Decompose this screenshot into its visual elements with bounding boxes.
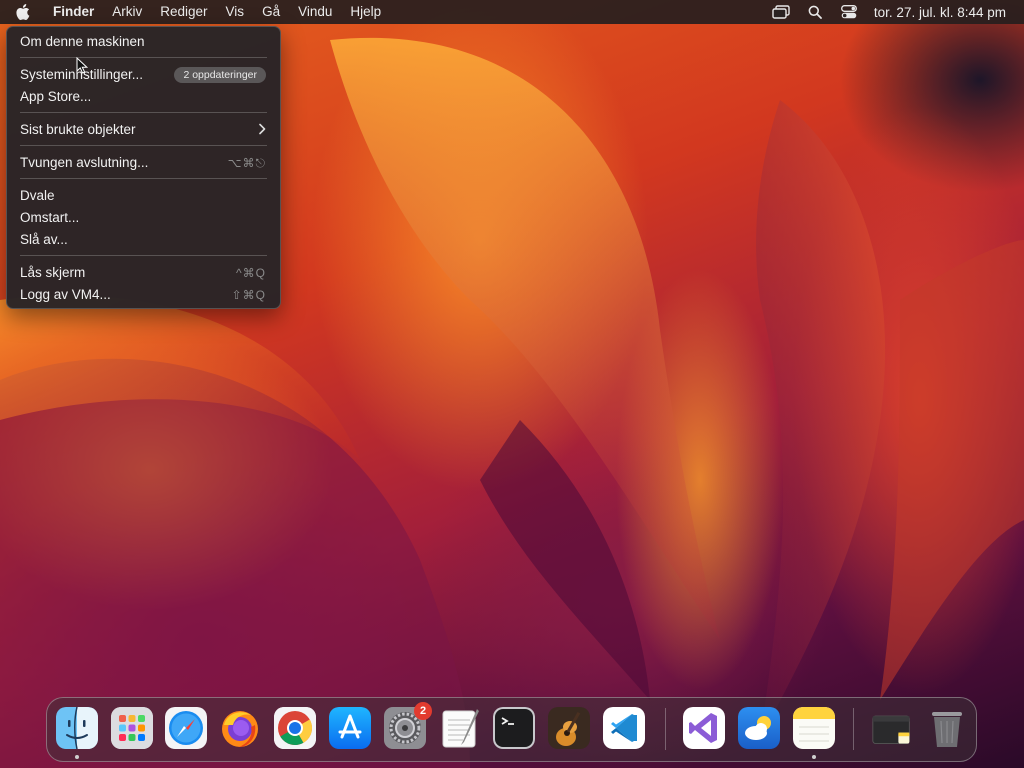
dock: 2 — [46, 697, 977, 762]
textedit-icon[interactable] — [439, 707, 481, 749]
finder-icon[interactable] — [56, 707, 98, 749]
menu-separator — [20, 178, 267, 179]
control-center-icon[interactable] — [832, 0, 866, 24]
menu-separator — [20, 255, 267, 256]
menu-item-label: Sist brukte objekter — [20, 122, 136, 137]
menu-ga[interactable]: Gå — [253, 0, 289, 24]
menu-vindu[interactable]: Vindu — [289, 0, 341, 24]
menu-vis[interactable]: Vis — [217, 0, 254, 24]
menu-item-label: Lås skjerm — [20, 265, 86, 280]
firefox-icon[interactable] — [219, 707, 261, 749]
menu-item-label: Tvungen avslutning... — [20, 155, 149, 170]
menu-item-shut-down[interactable]: Slå av... — [7, 230, 280, 250]
apple-menu-button[interactable] — [0, 4, 44, 20]
menu-item-label: Omstart... — [20, 210, 80, 225]
downloads-stack-icon[interactable] — [871, 707, 913, 749]
terminal-icon[interactable] — [493, 707, 535, 749]
menu-item-shortcut: ⇧⌘Q — [231, 288, 266, 302]
visual-studio-icon[interactable] — [683, 707, 725, 749]
menu-item-label: Dvale — [20, 188, 55, 203]
menu-item-force-quit[interactable]: Tvungen avslutning... ⌥⌘⎋ — [7, 153, 280, 173]
menu-item-lock-screen[interactable]: Lås skjerm ^⌘Q — [7, 263, 280, 283]
menu-item-label: App Store... — [20, 89, 92, 104]
screen-mirroring-icon[interactable] — [764, 0, 798, 24]
garageband-icon[interactable] — [548, 707, 590, 749]
menu-hjelp[interactable]: Hjelp — [341, 0, 390, 24]
menu-item-log-out[interactable]: Logg av VM4... ⇧⌘Q — [7, 285, 280, 305]
menubar-clock[interactable]: tor. 27. jul. kl. 8:44 pm — [866, 5, 1024, 20]
menu-item-app-store[interactable]: App Store... — [7, 87, 280, 107]
dock-divider — [665, 708, 666, 750]
running-indicator — [75, 755, 79, 759]
vscode-icon[interactable] — [603, 707, 645, 749]
menu-item-shortcut: ^⌘Q — [236, 266, 266, 280]
menu-item-shortcut: ⌥⌘⎋ — [227, 156, 266, 170]
menu-item-label: Logg av VM4... — [20, 287, 111, 302]
launchpad-icon[interactable] — [111, 707, 153, 749]
weather-icon[interactable] — [738, 707, 780, 749]
dock-divider — [853, 708, 854, 750]
system-settings-icon[interactable]: 2 — [384, 702, 432, 749]
menu-separator — [20, 57, 267, 58]
app-menu-finder[interactable]: Finder — [44, 0, 103, 24]
menu-item-label: Om denne maskinen — [20, 34, 145, 49]
mouse-cursor-icon — [76, 56, 89, 79]
menu-rediger[interactable]: Rediger — [151, 0, 216, 24]
notification-badge: 2 — [414, 702, 432, 720]
menu-item-label: Systeminnstillinger... — [20, 67, 144, 82]
menu-separator — [20, 145, 267, 146]
menu-item-label: Slå av... — [20, 232, 68, 247]
updates-badge: 2 oppdateringer — [174, 67, 266, 83]
menu-item-recent-items[interactable]: Sist brukte objekter — [7, 120, 280, 140]
apple-logo-icon — [16, 4, 30, 20]
chrome-icon[interactable] — [274, 707, 316, 749]
spotlight-search-icon[interactable] — [798, 0, 832, 24]
trash-icon[interactable] — [926, 707, 968, 749]
notes-icon[interactable] — [793, 707, 835, 749]
menu-item-system-settings[interactable]: Systeminnstillinger... 2 oppdateringer — [7, 65, 280, 85]
safari-icon[interactable] — [165, 707, 207, 749]
chevron-right-icon — [258, 120, 266, 140]
app-store-icon[interactable] — [329, 707, 371, 749]
menu-separator — [20, 112, 267, 113]
menu-item-sleep[interactable]: Dvale — [7, 186, 280, 206]
menu-item-restart[interactable]: Omstart... — [7, 208, 280, 228]
menu-item-about-this-mac[interactable]: Om denne maskinen — [7, 32, 280, 52]
menu-bar: Finder Arkiv Rediger Vis Gå Vindu Hjelp — [0, 0, 1024, 24]
apple-menu-dropdown: Om denne maskinen Systeminnstillinger...… — [6, 26, 281, 309]
running-indicator — [812, 755, 816, 759]
menu-arkiv[interactable]: Arkiv — [103, 0, 151, 24]
